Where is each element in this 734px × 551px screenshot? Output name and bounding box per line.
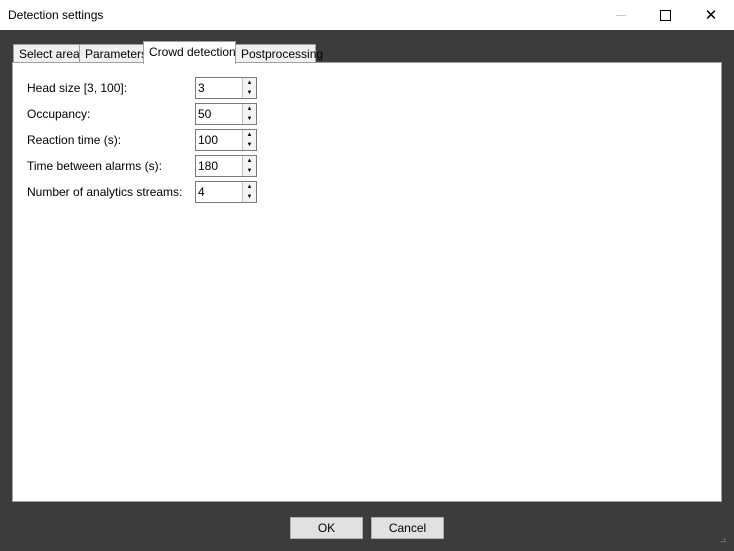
title-bar: Detection settings ✕ [0, 0, 734, 30]
minimize-button[interactable] [598, 0, 644, 30]
occupancy-spinner[interactable]: 50 ▲ ▼ [195, 103, 257, 125]
head-size-label: Head size [3, 100]: [27, 81, 128, 95]
cancel-button[interactable]: Cancel [371, 517, 444, 539]
tab-crowd-detection[interactable]: Crowd detection [143, 41, 236, 64]
resize-grip-icon[interactable]: ⠴ [720, 536, 732, 548]
maximize-icon [659, 9, 671, 21]
tab-select-area[interactable]: Select area [13, 44, 80, 63]
spin-down-icon[interactable]: ▼ [243, 166, 256, 176]
reaction-time-value[interactable]: 100 [198, 133, 218, 147]
spin-down-icon[interactable]: ▼ [243, 140, 256, 150]
analytics-streams-label: Number of analytics streams: [27, 185, 183, 199]
occupancy-value[interactable]: 50 [198, 107, 211, 121]
spin-down-icon[interactable]: ▼ [243, 192, 256, 202]
analytics-streams-value[interactable]: 4 [198, 185, 205, 199]
maximize-button[interactable] [642, 0, 688, 30]
crowd-detection-page: Head size [3, 100]: 3 ▲ ▼ Occupancy: 50 … [12, 62, 722, 502]
reaction-time-spinner[interactable]: 100 ▲ ▼ [195, 129, 257, 151]
close-button[interactable]: ✕ [688, 0, 734, 30]
time-between-alarms-label: Time between alarms (s): [27, 159, 162, 173]
tab-postprocessing[interactable]: Postprocessing [235, 44, 323, 63]
analytics-streams-spinner[interactable]: 4 ▲ ▼ [195, 181, 257, 203]
head-size-value[interactable]: 3 [198, 81, 205, 95]
ok-button[interactable]: OK [290, 517, 363, 539]
window-title: Detection settings [8, 8, 104, 22]
spin-down-icon[interactable]: ▼ [243, 114, 256, 124]
reaction-time-label: Reaction time (s): [27, 133, 122, 147]
time-between-alarms-spinner[interactable]: 180 ▲ ▼ [195, 155, 257, 177]
head-size-spinner[interactable]: 3 ▲ ▼ [195, 77, 257, 99]
occupancy-label: Occupancy: [27, 107, 91, 121]
time-between-alarms-value[interactable]: 180 [198, 159, 218, 173]
spin-down-icon[interactable]: ▼ [243, 88, 256, 98]
detection-settings-window: Detection settings ✕ Select area Paramet… [0, 0, 734, 551]
close-icon: ✕ [704, 7, 718, 24]
tab-parameters[interactable]: Parameters [79, 44, 147, 63]
minimize-icon [616, 14, 626, 16]
